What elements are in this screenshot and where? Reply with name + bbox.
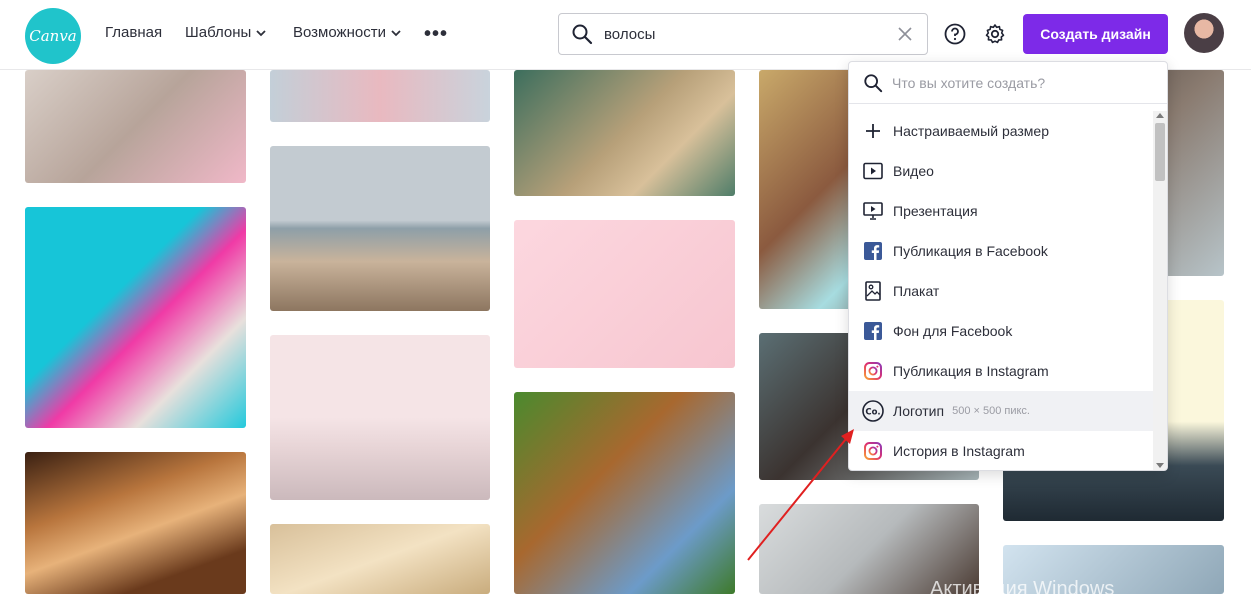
logo-text: Canva: [29, 27, 77, 45]
photo-card[interactable]: [270, 70, 490, 122]
design-type-label: Видео: [893, 163, 934, 179]
design-type-item[interactable]: Публикация в Facebook: [849, 231, 1153, 271]
dropdown-scrollbar[interactable]: [1153, 111, 1167, 470]
photo-card[interactable]: [25, 452, 246, 594]
poster-icon: [865, 281, 881, 301]
design-type-item[interactable]: Публикация в Instagram: [849, 351, 1153, 391]
search-icon: [864, 74, 883, 93]
design-type-item[interactable]: Плакат: [849, 271, 1153, 311]
photo-card[interactable]: [514, 220, 735, 368]
design-type-list: Настраиваемый размер Видео Презентация П…: [849, 111, 1153, 470]
chevron-down-icon: [391, 29, 401, 36]
create-design-button[interactable]: Создать дизайн: [1023, 14, 1168, 54]
nav-features[interactable]: Возможности: [293, 24, 402, 41]
canva-logo[interactable]: Canva: [25, 8, 81, 64]
search-bar: [558, 13, 928, 55]
design-type-item[interactable]: Настраиваемый размер: [849, 111, 1153, 151]
svg-text:Co.: Co.: [865, 408, 880, 418]
clear-search-icon[interactable]: [897, 26, 913, 42]
avatar[interactable]: [1184, 13, 1224, 53]
photo-card[interactable]: [25, 70, 246, 183]
chevron-down-icon: [256, 29, 266, 36]
photo-card[interactable]: [270, 524, 490, 594]
photo-card[interactable]: [514, 70, 735, 196]
gear-icon[interactable]: [984, 23, 1006, 45]
photo-card[interactable]: [270, 146, 490, 311]
presentation-icon: [863, 202, 883, 220]
windows-activation-watermark: Активация Windows: [930, 578, 1115, 594]
design-type-label: Публикация в Facebook: [893, 243, 1048, 259]
design-type-label: Настраиваемый размер: [893, 123, 1049, 139]
nav-features-label: Возможности: [293, 24, 386, 41]
video-icon: [863, 162, 883, 180]
scroll-down-arrow-icon[interactable]: [1156, 463, 1164, 468]
annotation-arrow-icon: [747, 429, 854, 561]
photo-card[interactable]: [270, 335, 490, 500]
dropdown-search-input[interactable]: [892, 73, 1152, 93]
design-type-label: Публикация в Instagram: [893, 363, 1049, 379]
design-type-label: Презентация: [893, 203, 978, 219]
design-type-dimensions: 500 × 500 пикс.: [952, 405, 1030, 417]
photo-card[interactable]: [25, 207, 246, 428]
search-input[interactable]: [604, 23, 894, 45]
nav-templates-label: Шаблоны: [185, 24, 252, 41]
design-type-item[interactable]: Видео: [849, 151, 1153, 191]
search-icon: [572, 24, 593, 45]
create-design-dropdown: Настраиваемый размер Видео Презентация П…: [848, 61, 1168, 471]
design-type-item[interactable]: Презентация: [849, 191, 1153, 231]
logo-icon: Co.: [862, 400, 884, 422]
plus-icon: [866, 124, 880, 138]
design-type-item[interactable]: Фон для Facebook: [849, 311, 1153, 351]
more-menu-button[interactable]: •••: [424, 23, 448, 46]
top-bar: Canva Главная Шаблоны Возможности ••• Со…: [0, 0, 1251, 70]
design-type-item-logo[interactable]: Co. Логотип 500 × 500 пикс.: [849, 391, 1153, 431]
nav-home[interactable]: Главная: [105, 24, 162, 41]
design-type-label: История в Instagram: [893, 443, 1025, 459]
facebook-icon: [864, 242, 882, 260]
facebook-icon: [864, 322, 882, 340]
design-type-label: Логотип: [893, 403, 945, 419]
dropdown-search: [849, 62, 1167, 104]
design-type-item[interactable]: История в Instagram: [849, 431, 1153, 470]
scroll-up-arrow-icon[interactable]: [1156, 113, 1164, 118]
help-icon[interactable]: [944, 23, 966, 45]
instagram-icon: [864, 362, 882, 380]
nav-home-label: Главная: [105, 24, 163, 41]
design-type-label: Фон для Facebook: [893, 323, 1013, 339]
photo-card[interactable]: [514, 392, 735, 594]
nav-templates[interactable]: Шаблоны: [185, 24, 267, 41]
scroll-thumb[interactable]: [1155, 123, 1165, 181]
design-type-label: Плакат: [893, 283, 940, 299]
